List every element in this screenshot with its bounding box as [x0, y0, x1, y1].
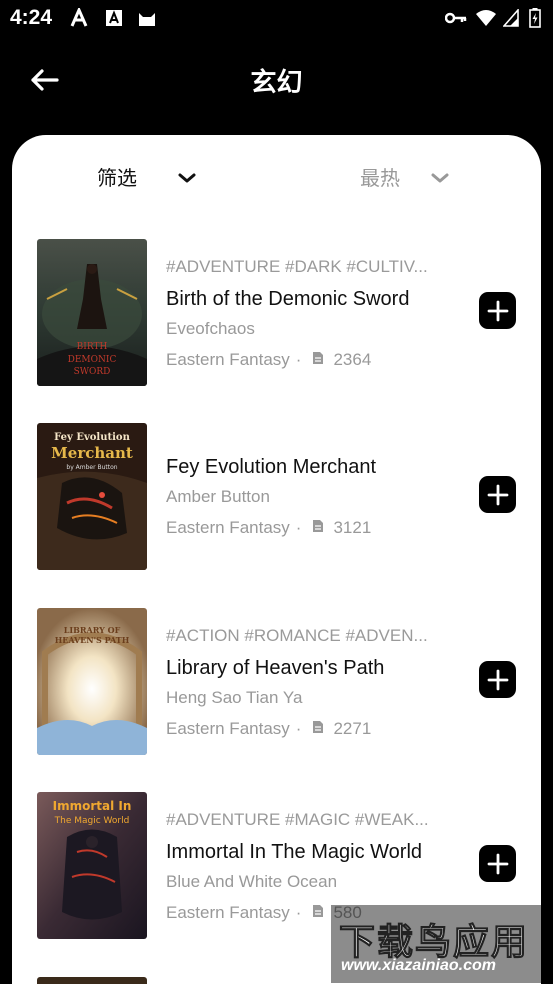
content-sheet: 筛选 最热 BIRTH DEMONIC SWORD #ADVENTURE #DA… — [12, 135, 541, 984]
book-category: Eastern Fantasy — [166, 903, 290, 922]
plus-icon — [487, 300, 508, 321]
svg-text:SWORD: SWORD — [74, 367, 111, 377]
chevron-down-icon — [431, 173, 449, 183]
filter-row: 筛选 最热 — [12, 159, 541, 193]
book-chapters: 3121 — [333, 518, 372, 537]
book-chapters: 2364 — [333, 350, 372, 369]
sort-dropdown[interactable]: 最热 — [360, 159, 450, 193]
book-chapters: 2271 — [333, 719, 372, 738]
book-meta: Eastern Fantasy · 3121 — [166, 517, 466, 539]
font-a-icon — [68, 8, 90, 28]
plus-icon — [487, 484, 508, 505]
book-cover — [37, 977, 147, 984]
book-cover: BIRTH DEMONIC SWORD — [37, 239, 147, 386]
book-info: #ADVENTURE #DARK #CULTIV... Birth of the… — [166, 256, 466, 371]
svg-text:Merchant: Merchant — [51, 444, 133, 462]
book-category: Eastern Fantasy — [166, 518, 290, 537]
chapters-icon — [311, 349, 325, 371]
plus-icon — [487, 669, 508, 690]
chevron-down-icon — [178, 173, 196, 183]
book-cover: Immortal In The Magic World — [37, 792, 147, 939]
add-to-library-button[interactable] — [479, 476, 516, 513]
add-to-library-button[interactable] — [479, 845, 516, 882]
filter-label: 筛选 — [97, 165, 137, 190]
wifi-icon — [474, 8, 498, 28]
svg-text:BIRTH: BIRTH — [77, 342, 108, 352]
book-author: Eveofchaos — [166, 319, 255, 338]
book-item[interactable]: Fey Evolution Merchant by Amber Button F… — [12, 423, 541, 571]
svg-text:by Amber Button: by Amber Button — [66, 464, 117, 471]
battery-icon — [528, 8, 542, 28]
a-box-icon — [104, 8, 124, 28]
svg-text:Fey Evolution: Fey Evolution — [54, 432, 130, 443]
book-author: Amber Button — [166, 487, 270, 506]
svg-text:The Magic World: The Magic World — [54, 816, 130, 826]
book-meta: Eastern Fantasy · 2364 — [166, 349, 466, 371]
chapters-icon — [311, 718, 325, 740]
chapters-icon — [311, 902, 325, 924]
status-bar: 4:24 — [0, 0, 553, 36]
svg-text:HEAVEN'S PATH: HEAVEN'S PATH — [55, 635, 130, 645]
book-cover: LIBRARY OF HEAVEN'S PATH — [37, 608, 147, 755]
add-to-library-button[interactable] — [479, 661, 516, 698]
book-info: #ACTION #ROMANCE #ADVEN... Library of He… — [166, 625, 466, 740]
watermark-url: www.xiazainiao.com — [341, 957, 497, 974]
cat-icon — [136, 8, 158, 28]
page-title: 玄幻 — [250, 68, 303, 98]
add-to-library-button[interactable] — [479, 292, 516, 329]
book-cover: Fey Evolution Merchant by Amber Button — [37, 423, 147, 570]
book-tags: #ADVENTURE #DARK #CULTIV... — [166, 257, 428, 276]
watermark: 下载鸟应用 www.xiazainiao.com — [331, 905, 551, 983]
meta-separator: · — [295, 350, 302, 369]
app-header: 玄幻 — [0, 36, 553, 136]
book-info: Fey Evolution Merchant Amber Button East… — [166, 455, 466, 539]
book-title: Fey Evolution Merchant — [166, 456, 377, 478]
plus-icon — [487, 853, 508, 874]
signal-icon — [502, 8, 520, 28]
book-author: Heng Sao Tian Ya — [166, 688, 303, 707]
meta-separator: · — [295, 719, 302, 738]
book-title: Library of Heaven's Path — [166, 657, 385, 679]
book-author: Blue And White Ocean — [166, 872, 338, 891]
meta-separator: · — [295, 903, 302, 922]
book-item[interactable]: LIBRARY OF HEAVEN'S PATH #ACTION #ROMANC… — [12, 608, 541, 756]
book-category: Eastern Fantasy — [166, 350, 290, 369]
book-title: Immortal In The Magic World — [166, 841, 423, 863]
status-time: 4:24 — [10, 6, 53, 29]
meta-separator: · — [295, 518, 302, 537]
key-icon — [444, 8, 468, 28]
svg-text:Immortal In: Immortal In — [53, 799, 132, 813]
book-tags: #ADVENTURE #MAGIC #WEAK... — [166, 810, 429, 829]
svg-text:LIBRARY OF: LIBRARY OF — [64, 625, 121, 635]
book-meta: Eastern Fantasy · 2271 — [166, 718, 466, 740]
book-category: Eastern Fantasy — [166, 719, 290, 738]
svg-text:DEMONIC: DEMONIC — [68, 355, 117, 365]
book-item[interactable]: BIRTH DEMONIC SWORD #ADVENTURE #DARK #CU… — [12, 239, 541, 387]
book-tags: #ACTION #ROMANCE #ADVEN... — [166, 626, 428, 645]
book-title: Birth of the Demonic Sword — [166, 288, 410, 310]
filter-dropdown[interactable]: 筛选 — [97, 159, 197, 193]
sort-label: 最热 — [360, 165, 400, 190]
chapters-icon — [311, 517, 325, 539]
